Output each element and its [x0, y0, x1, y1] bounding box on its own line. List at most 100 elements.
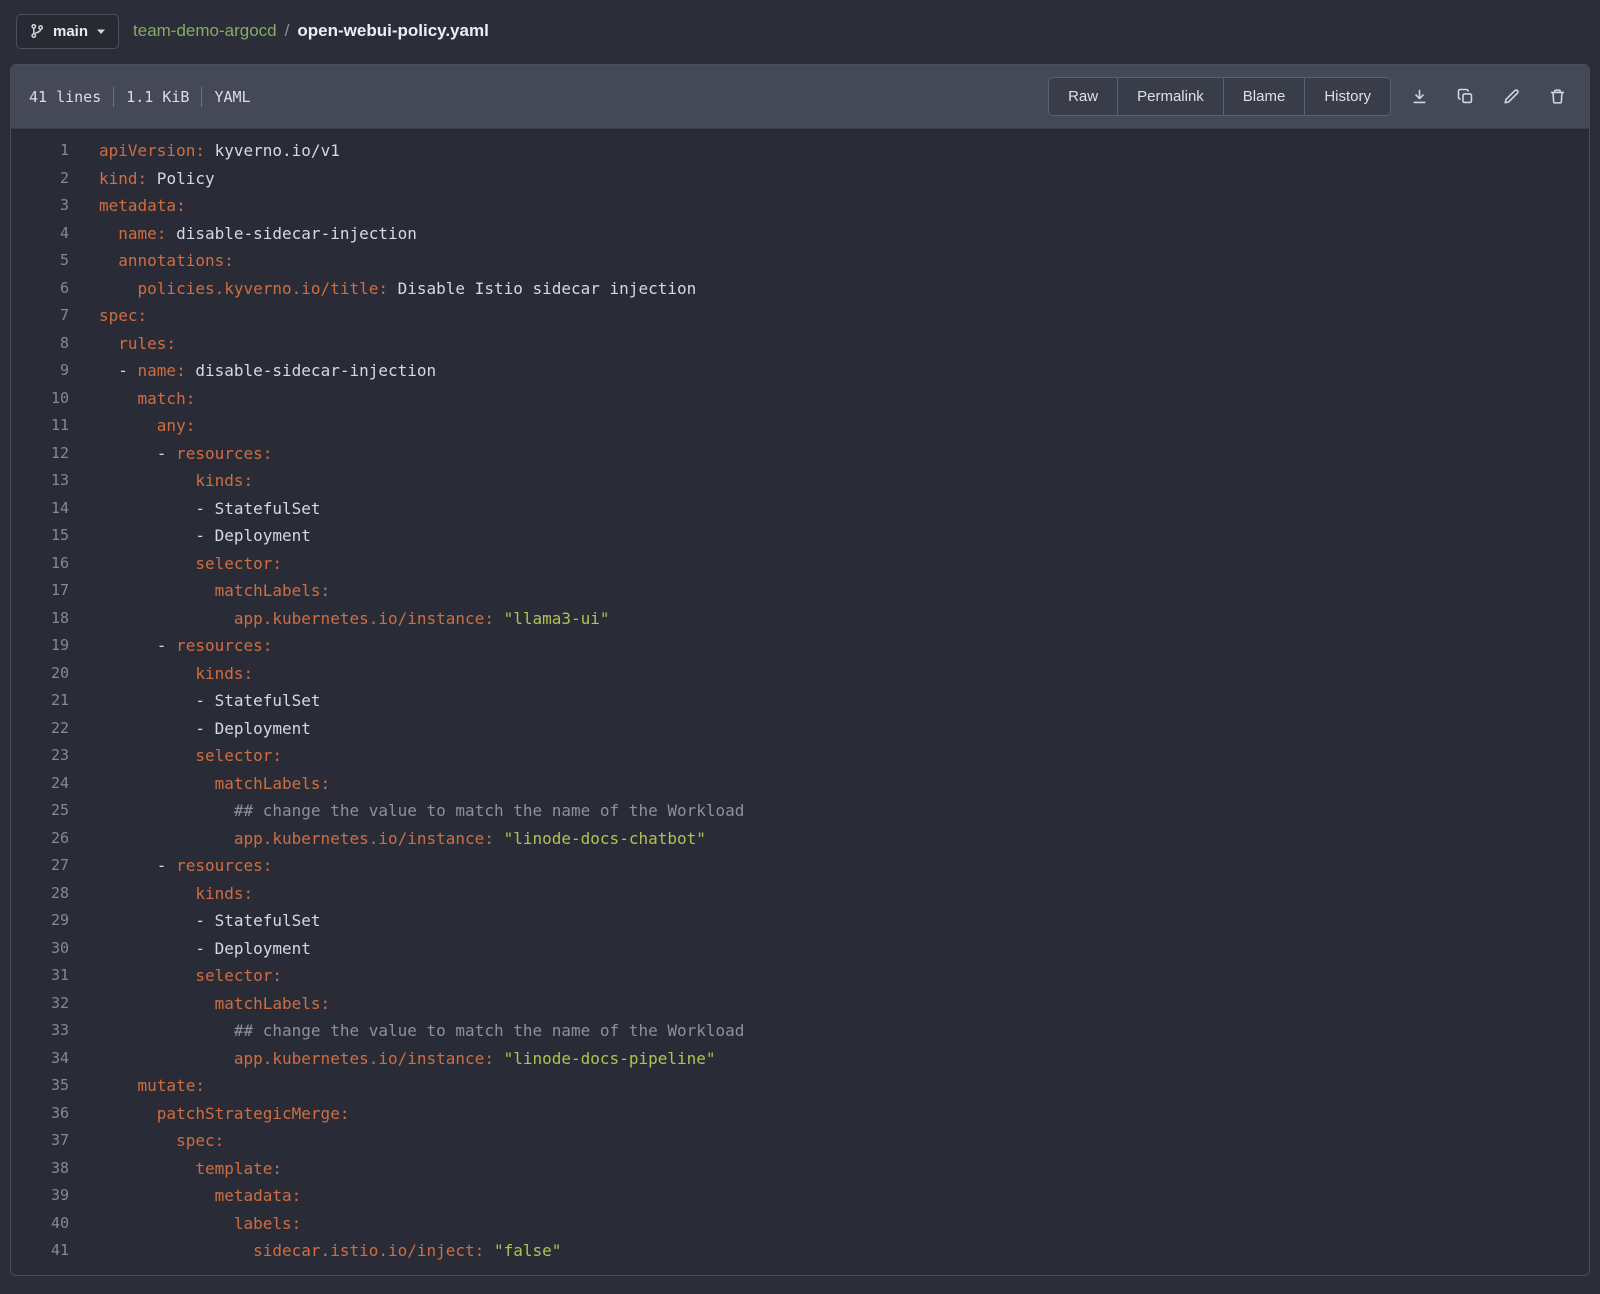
line-number[interactable]: 26 — [11, 825, 99, 853]
code-line: 2kind: Policy — [11, 165, 1589, 193]
line-number[interactable]: 18 — [11, 605, 99, 633]
download-icon[interactable] — [1401, 79, 1437, 115]
code-line: 5 annotations: — [11, 247, 1589, 275]
edit-icon[interactable] — [1493, 79, 1529, 115]
code-line: 40 labels: — [11, 1210, 1589, 1238]
code-line: 38 template: — [11, 1155, 1589, 1183]
line-content: app.kubernetes.io/instance: "llama3-ui" — [99, 605, 610, 633]
breadcrumb-repo-link[interactable]: team-demo-argocd — [133, 21, 277, 41]
line-number[interactable]: 34 — [11, 1045, 99, 1073]
code-line: 26 app.kubernetes.io/instance: "linode-d… — [11, 825, 1589, 853]
line-number[interactable]: 5 — [11, 247, 99, 275]
code-line: 8 rules: — [11, 330, 1589, 358]
line-number[interactable]: 23 — [11, 742, 99, 770]
code-line: 21 - StatefulSet — [11, 687, 1589, 715]
line-content: match: — [99, 385, 195, 413]
line-content: kinds: — [99, 660, 253, 688]
code-line: 37 spec: — [11, 1127, 1589, 1155]
line-number[interactable]: 40 — [11, 1210, 99, 1238]
line-content: - Deployment — [99, 522, 311, 550]
code-line: 1apiVersion: kyverno.io/v1 — [11, 137, 1589, 165]
code-line: 14 - StatefulSet — [11, 495, 1589, 523]
file-size: 1.1 KiB — [126, 88, 189, 106]
blame-button[interactable]: Blame — [1223, 78, 1305, 115]
divider — [113, 87, 114, 107]
line-number[interactable]: 16 — [11, 550, 99, 578]
line-number[interactable]: 28 — [11, 880, 99, 908]
divider — [201, 87, 202, 107]
line-content: kind: Policy — [99, 165, 215, 193]
line-content: - name: disable-sidecar-injection — [99, 357, 436, 385]
code-line: 22 - Deployment — [11, 715, 1589, 743]
line-number[interactable]: 2 — [11, 165, 99, 193]
line-number[interactable]: 4 — [11, 220, 99, 248]
line-content: matchLabels: — [99, 577, 330, 605]
line-number[interactable]: 17 — [11, 577, 99, 605]
line-number[interactable]: 12 — [11, 440, 99, 468]
line-number[interactable]: 6 — [11, 275, 99, 303]
line-number[interactable]: 11 — [11, 412, 99, 440]
line-number[interactable]: 19 — [11, 632, 99, 660]
line-content: selector: — [99, 742, 282, 770]
code-line: 10 match: — [11, 385, 1589, 413]
line-number[interactable]: 7 — [11, 302, 99, 330]
delete-icon[interactable] — [1539, 79, 1575, 115]
line-number[interactable]: 15 — [11, 522, 99, 550]
line-number[interactable]: 41 — [11, 1237, 99, 1265]
code-line: 31 selector: — [11, 962, 1589, 990]
file-info: 41 lines 1.1 KiB YAML — [29, 87, 251, 107]
line-number[interactable]: 31 — [11, 962, 99, 990]
line-number[interactable]: 33 — [11, 1017, 99, 1045]
line-number[interactable]: 32 — [11, 990, 99, 1018]
branch-selector[interactable]: main — [16, 14, 119, 49]
line-number[interactable]: 21 — [11, 687, 99, 715]
code-line: 27 - resources: — [11, 852, 1589, 880]
file-actions: Raw Permalink Blame History — [1048, 77, 1575, 116]
line-number[interactable]: 1 — [11, 137, 99, 165]
permalink-button[interactable]: Permalink — [1117, 78, 1223, 115]
code-line: 4 name: disable-sidecar-injection — [11, 220, 1589, 248]
chevron-down-icon — [96, 28, 106, 35]
history-button[interactable]: History — [1304, 78, 1390, 115]
line-number[interactable]: 39 — [11, 1182, 99, 1210]
line-number[interactable]: 13 — [11, 467, 99, 495]
line-number[interactable]: 36 — [11, 1100, 99, 1128]
raw-button[interactable]: Raw — [1049, 78, 1117, 115]
line-number[interactable]: 8 — [11, 330, 99, 358]
line-number[interactable]: 20 — [11, 660, 99, 688]
code-line: 35 mutate: — [11, 1072, 1589, 1100]
line-number[interactable]: 37 — [11, 1127, 99, 1155]
copy-icon[interactable] — [1447, 79, 1483, 115]
line-content: - resources: — [99, 632, 272, 660]
code-line: 3metadata: — [11, 192, 1589, 220]
code-line: 29 - StatefulSet — [11, 907, 1589, 935]
code-line: 24 matchLabels: — [11, 770, 1589, 798]
file-header: 41 lines 1.1 KiB YAML Raw Permalink Blam… — [11, 65, 1589, 129]
line-number[interactable]: 10 — [11, 385, 99, 413]
line-number[interactable]: 25 — [11, 797, 99, 825]
line-number[interactable]: 9 — [11, 357, 99, 385]
line-content: app.kubernetes.io/instance: "linode-docs… — [99, 825, 706, 853]
line-content: - resources: — [99, 852, 272, 880]
line-content: annotations: — [99, 247, 234, 275]
line-number[interactable]: 27 — [11, 852, 99, 880]
line-number[interactable]: 24 — [11, 770, 99, 798]
line-content: - StatefulSet — [99, 687, 321, 715]
line-content: - StatefulSet — [99, 907, 321, 935]
line-number[interactable]: 35 — [11, 1072, 99, 1100]
line-number[interactable]: 30 — [11, 935, 99, 963]
code-line: 36 patchStrategicMerge: — [11, 1100, 1589, 1128]
line-content: spec: — [99, 1127, 224, 1155]
line-number[interactable]: 29 — [11, 907, 99, 935]
line-number[interactable]: 22 — [11, 715, 99, 743]
line-content: name: disable-sidecar-injection — [99, 220, 417, 248]
line-number[interactable]: 38 — [11, 1155, 99, 1183]
line-content: spec: — [99, 302, 147, 330]
branch-name: main — [53, 23, 88, 40]
line-content: ## change the value to match the name of… — [99, 1017, 744, 1045]
code-line: 13 kinds: — [11, 467, 1589, 495]
line-number[interactable]: 3 — [11, 192, 99, 220]
code-line: 12 - resources: — [11, 440, 1589, 468]
line-content: matchLabels: — [99, 990, 330, 1018]
line-number[interactable]: 14 — [11, 495, 99, 523]
